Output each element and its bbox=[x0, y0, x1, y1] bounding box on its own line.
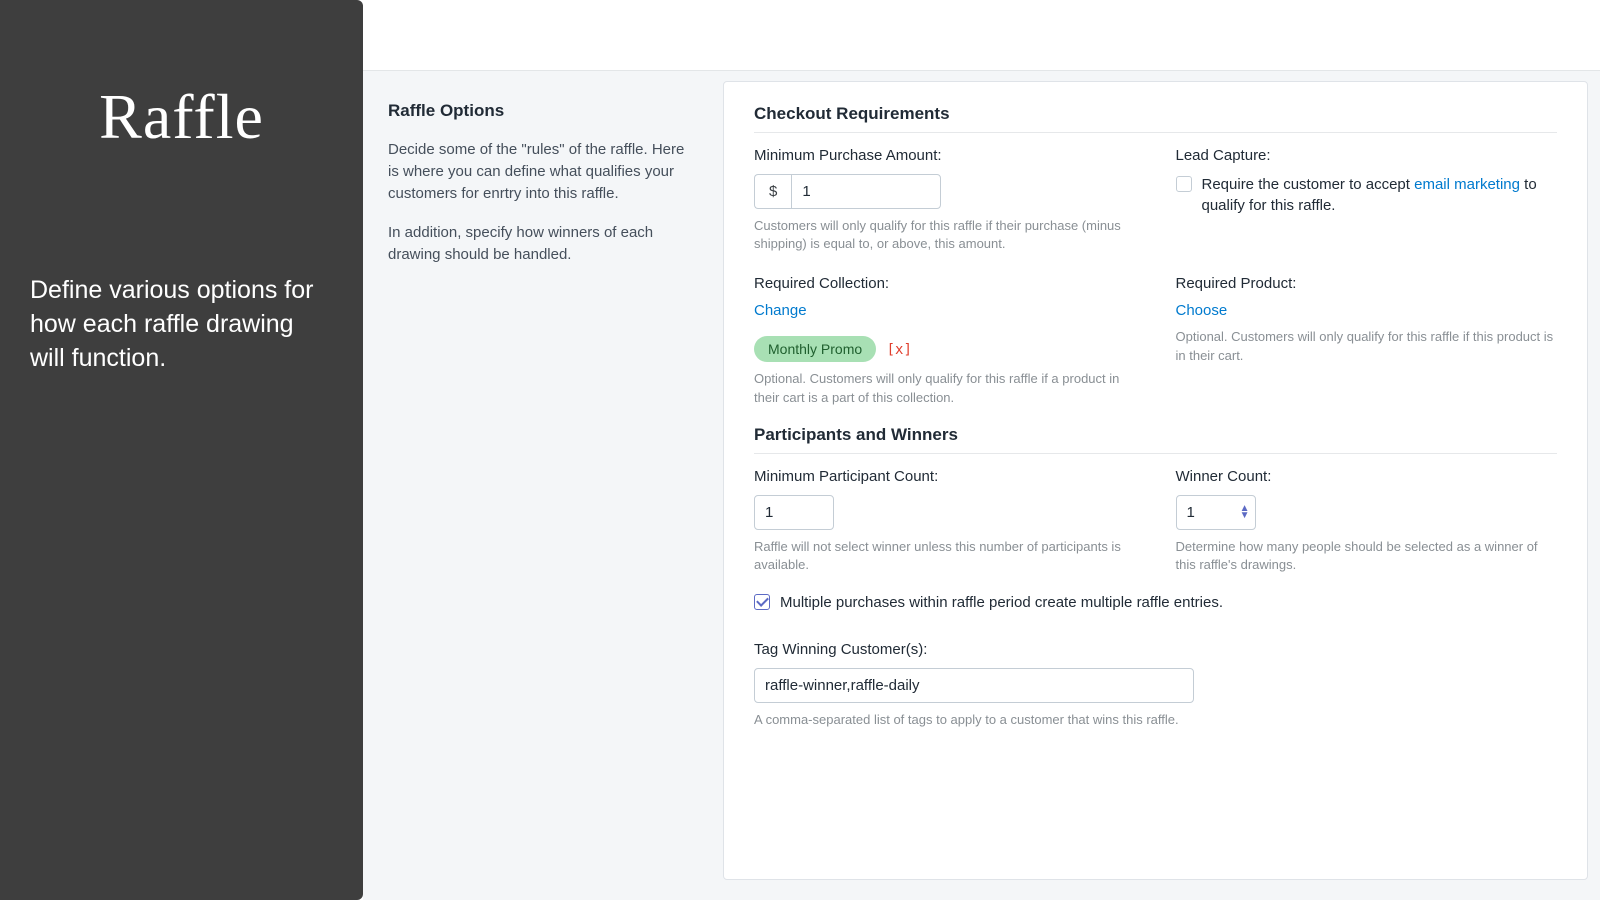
min-purchase-label: Minimum Purchase Amount: bbox=[754, 147, 1136, 164]
tag-winners-help: A comma-separated list of tags to apply … bbox=[754, 711, 1557, 729]
required-collection-help: Optional. Customers will only qualify fo… bbox=[754, 370, 1136, 406]
change-collection-link[interactable]: Change bbox=[754, 302, 807, 319]
section-paragraph-2: In addition, specify how winners of each… bbox=[388, 222, 698, 266]
top-spacer bbox=[363, 0, 1600, 70]
currency-symbol: $ bbox=[754, 174, 791, 209]
lead-capture-checkbox[interactable] bbox=[1176, 176, 1192, 192]
sidebar-title: Raffle bbox=[30, 80, 333, 154]
winner-count-select[interactable] bbox=[1176, 495, 1256, 530]
sidebar-description: Define various options for how each raff… bbox=[30, 274, 333, 375]
min-participant-label: Minimum Participant Count: bbox=[754, 468, 1136, 485]
required-product-help: Optional. Customers will only qualify fo… bbox=[1176, 328, 1558, 364]
min-participant-input[interactable] bbox=[754, 495, 834, 530]
tag-winners-input[interactable] bbox=[754, 668, 1194, 703]
lead-capture-label: Lead Capture: bbox=[1176, 147, 1558, 164]
winner-count-label: Winner Count: bbox=[1176, 468, 1558, 485]
section-description-column: Raffle Options Decide some of the "rules… bbox=[363, 71, 723, 900]
section-paragraph-1: Decide some of the "rules" of the raffle… bbox=[388, 139, 698, 204]
winner-count-help: Determine how many people should be sele… bbox=[1176, 538, 1558, 574]
sidebar: Raffle Define various options for how ea… bbox=[0, 0, 363, 900]
multiple-entries-checkbox[interactable] bbox=[754, 594, 770, 610]
min-purchase-input[interactable] bbox=[791, 174, 941, 209]
min-participant-help: Raffle will not select winner unless thi… bbox=[754, 538, 1136, 574]
required-collection-label: Required Collection: bbox=[754, 275, 1136, 292]
min-purchase-help: Customers will only qualify for this raf… bbox=[754, 217, 1136, 253]
tag-winners-label: Tag Winning Customer(s): bbox=[754, 641, 1557, 658]
remove-collection-icon[interactable]: [x] bbox=[887, 342, 912, 358]
choose-product-link[interactable]: Choose bbox=[1176, 302, 1228, 319]
section-heading: Raffle Options bbox=[388, 101, 698, 121]
lead-capture-text: Require the customer to accept email mar… bbox=[1202, 174, 1558, 216]
participants-heading: Participants and Winners bbox=[754, 425, 1557, 454]
collection-tag: Monthly Promo bbox=[754, 336, 876, 362]
required-product-label: Required Product: bbox=[1176, 275, 1558, 292]
multiple-entries-label: Multiple purchases within raffle period … bbox=[780, 592, 1223, 613]
settings-card: Checkout Requirements Minimum Purchase A… bbox=[723, 81, 1588, 880]
checkout-requirements-heading: Checkout Requirements bbox=[754, 104, 1557, 133]
email-marketing-link[interactable]: email marketing bbox=[1414, 176, 1520, 193]
